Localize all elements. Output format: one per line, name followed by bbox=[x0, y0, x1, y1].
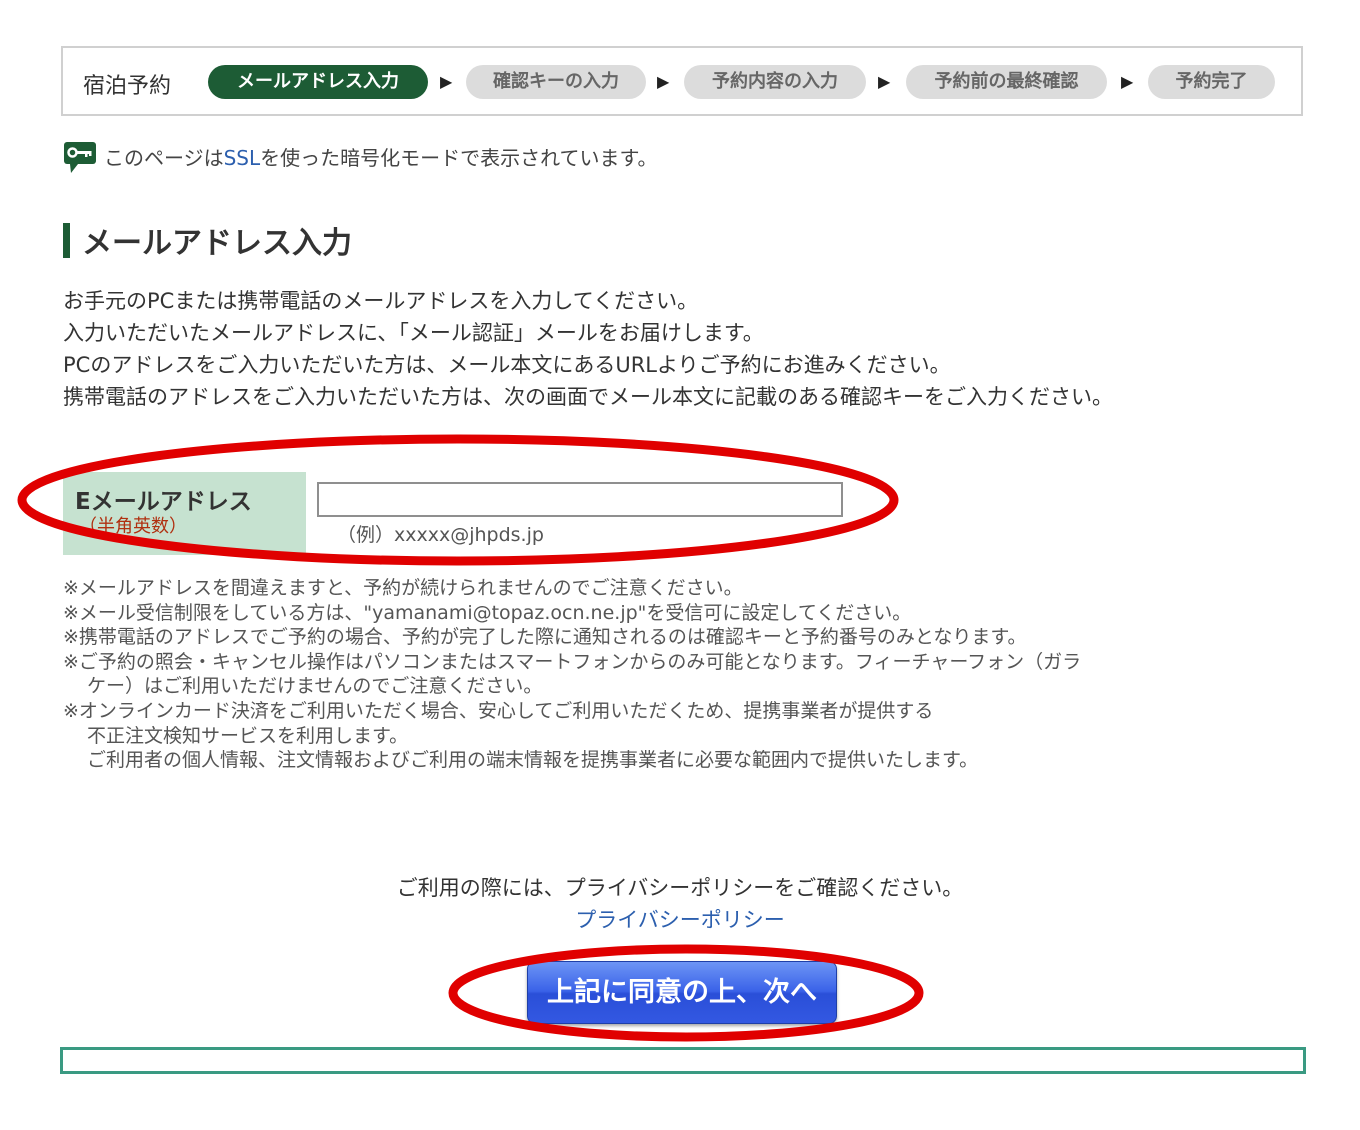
note-item: ご利用者の個人情報、注文情報およびご利用の端末情報を提携事業者に必要な範囲内で提… bbox=[87, 749, 979, 772]
step-reservation-details: 予約内容の入力 bbox=[684, 65, 866, 99]
step-complete: 予約完了 bbox=[1148, 65, 1275, 99]
step-arrow-icon: ▶ bbox=[440, 72, 453, 91]
description-line: お手元のPCまたは携帯電話のメールアドレスを入力してください。 bbox=[63, 289, 699, 313]
page-title: メールアドレス入力 bbox=[82, 226, 352, 261]
note-item: ケー）はご利用いただけませんのでご注意ください。 bbox=[87, 675, 543, 698]
ssl-notice: このページはSSLを使った暗号化モードで表示されています。 bbox=[104, 142, 658, 171]
note-item: ※携帯電話のアドレスでご予約の場合、予約が完了した際に通知されるのは確認キーと予… bbox=[63, 626, 1027, 649]
step-confirm-key: 確認キーの入力 bbox=[466, 65, 646, 99]
step-arrow-icon: ▶ bbox=[878, 72, 891, 91]
heading-accent-bar bbox=[63, 223, 70, 258]
reservation-step-bar: 宿泊予約 メールアドレス入力 ▶ 確認キーの入力 ▶ 予約内容の入力 ▶ 予約前… bbox=[61, 46, 1303, 116]
note-item: ※メール受信制限をしている方は、"yamanami@topaz.ocn.ne.j… bbox=[63, 601, 912, 624]
description-line: 入力いただいたメールアドレスに、「メール認証」メールをお届けします。 bbox=[63, 321, 764, 345]
privacy-notice: ご利用の際には、プライバシーポリシーをご確認ください。 bbox=[396, 876, 964, 900]
step-email-input: メールアドレス入力 bbox=[208, 65, 428, 99]
agree-next-button[interactable]: 上記に同意の上、次へ bbox=[527, 961, 837, 1024]
key-icon bbox=[64, 142, 96, 173]
bottom-frame bbox=[60, 1047, 1306, 1074]
email-input[interactable] bbox=[317, 482, 843, 517]
step-arrow-icon: ▶ bbox=[1121, 72, 1134, 91]
email-label: Eメールアドレス bbox=[75, 489, 252, 515]
email-label-cell: Eメールアドレス （半角英数） bbox=[63, 472, 306, 555]
ssl-notice-prefix: このページは bbox=[104, 146, 224, 170]
email-sublabel: （半角英数） bbox=[79, 516, 187, 537]
notes-list: ※メールアドレスを間違えますと、予約が続けられませんのでご注意ください。 ※メー… bbox=[63, 576, 1081, 773]
description: お手元のPCまたは携帯電話のメールアドレスを入力してください。 入力いただいたメ… bbox=[63, 285, 1113, 413]
privacy-policy-link[interactable]: プライバシーポリシー bbox=[575, 908, 785, 932]
privacy-policy-link-wrap: プライバシーポリシー bbox=[0, 904, 1360, 934]
description-line: 携帯電話のアドレスをご入力いただいた方は、次の画面でメール本文に記載のある確認キ… bbox=[63, 385, 1113, 409]
ssl-notice-ssl: SSL bbox=[223, 146, 261, 170]
note-item: ※オンラインカード決済をご利用いただく場合、安心してご利用いただくため、提携事業… bbox=[63, 699, 934, 722]
note-item: 不正注文検知サービスを利用します。 bbox=[87, 724, 409, 747]
email-example: （例）xxxxx@jhpds.jp bbox=[337, 524, 544, 546]
step-final-confirm: 予約前の最終確認 bbox=[906, 65, 1107, 99]
note-item: ※メールアドレスを間違えますと、予約が続けられませんのでご注意ください。 bbox=[63, 577, 743, 599]
description-line: PCのアドレスをご入力いただいた方は、メール本文にあるURLよりご予約にお進みく… bbox=[63, 353, 951, 377]
step-arrow-icon: ▶ bbox=[657, 72, 670, 91]
note-item: ※ご予約の照会・キャンセル操作はパソコンまたはスマートフォンからのみ可能となりま… bbox=[63, 650, 1082, 673]
step-bar-title: 宿泊予約 bbox=[83, 74, 172, 99]
ssl-notice-suffix: を使った暗号化モードで表示されています。 bbox=[260, 146, 658, 170]
